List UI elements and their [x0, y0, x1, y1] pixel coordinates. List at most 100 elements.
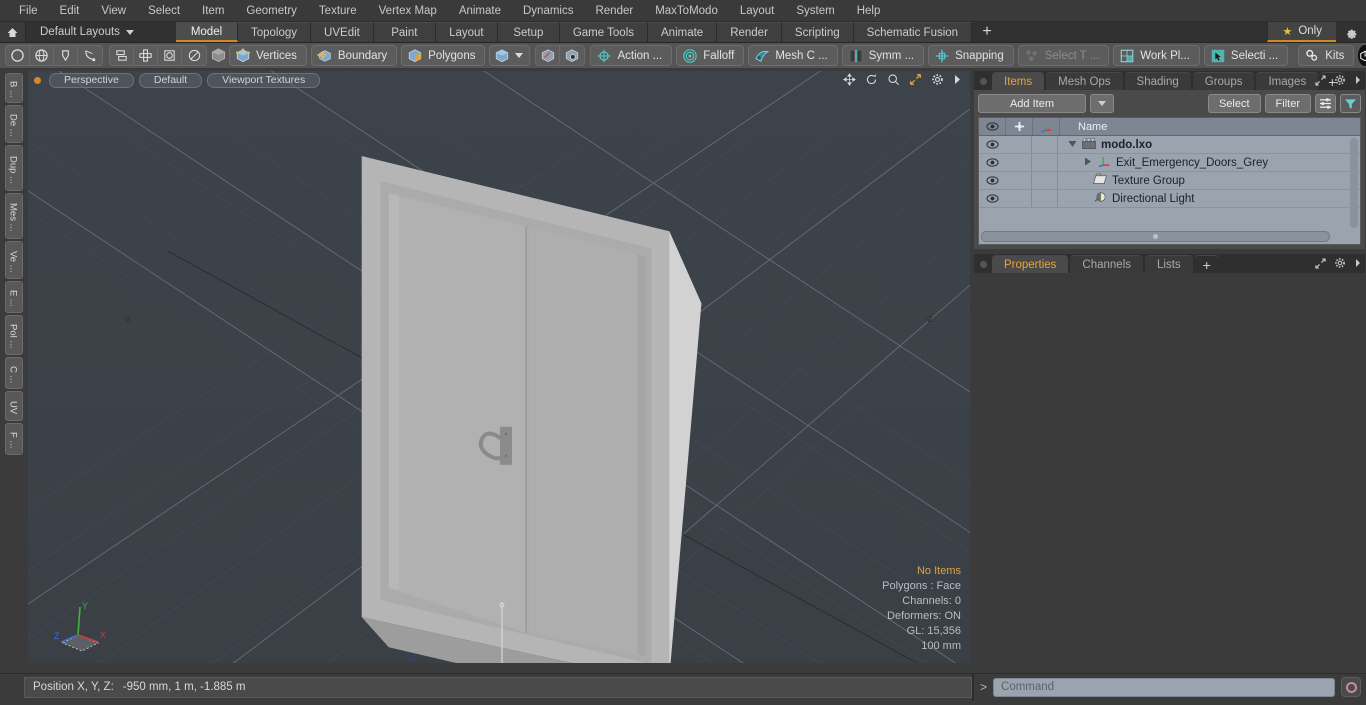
circle-icon[interactable]	[6, 46, 30, 65]
menu-item-file[interactable]: File	[8, 0, 49, 22]
layout-tab-schematic-fusion[interactable]: Schematic Fusion	[853, 22, 973, 42]
layout-tab-paint[interactable]: Paint	[373, 22, 436, 42]
snap-tool-icon-1[interactable]	[536, 46, 561, 65]
item-list-row-scene[interactable]: modo.lxo	[1058, 137, 1152, 152]
left-tab-polygon[interactable]: Pol ...	[4, 315, 23, 355]
snap-tool-icon-2[interactable]	[560, 46, 584, 65]
viewport-menu-dot-icon[interactable]	[34, 77, 41, 84]
selection-mode-polygons[interactable]: Polygons	[401, 45, 486, 66]
item-list-horizontal-scrollbar[interactable]	[981, 231, 1330, 242]
layout-tab-topology[interactable]: Topology	[238, 22, 312, 42]
viewport-projection-button[interactable]: Perspective	[49, 73, 134, 88]
work-plane-option[interactable]: Work Pl...	[1113, 45, 1200, 66]
mesh-constraint-option[interactable]: Mesh C ...	[748, 45, 838, 66]
item-list-vertical-scrollbar[interactable]	[1350, 138, 1358, 228]
menu-item-view[interactable]: View	[90, 0, 137, 22]
layout-tab-game-tools[interactable]: Game Tools	[559, 22, 648, 42]
gear-icon[interactable]	[931, 73, 944, 89]
item-list-row-directional-light[interactable]: Directional Light	[1058, 191, 1194, 206]
zoom-icon[interactable]	[887, 73, 900, 89]
menu-item-vertex-map[interactable]: Vertex Map	[368, 0, 448, 22]
eye-icon[interactable]	[979, 176, 1006, 185]
tab-images[interactable]: Images	[1256, 72, 1319, 90]
eye-icon[interactable]	[979, 158, 1006, 167]
tab-properties[interactable]: Properties	[992, 255, 1069, 273]
cube-grey-icon[interactable]	[210, 46, 227, 65]
mirror-icon[interactable]	[110, 46, 134, 65]
tab-items[interactable]: Items	[992, 72, 1045, 90]
menu-item-system[interactable]: System	[785, 0, 845, 22]
add-item-button[interactable]: Add Item	[978, 94, 1086, 113]
menu-item-item[interactable]: Item	[191, 0, 235, 22]
menu-item-dynamics[interactable]: Dynamics	[512, 0, 584, 22]
falloff-option[interactable]: Falloff	[676, 45, 745, 66]
table-row[interactable]: Exit_Emergency_Doors_Grey	[979, 154, 1360, 172]
left-tab-uv[interactable]: UV	[4, 391, 23, 421]
command-input[interactable]: Command	[993, 677, 1335, 697]
left-tab-basic[interactable]: B ...	[4, 73, 23, 103]
action-center-option[interactable]: Action ...	[590, 45, 673, 66]
gear-icon[interactable]	[1334, 74, 1346, 89]
gear-icon[interactable]	[1336, 22, 1366, 42]
add-layout-tab-button[interactable]: +	[972, 22, 1003, 42]
eye-icon[interactable]	[979, 140, 1006, 149]
panel-menu-dot-icon[interactable]	[980, 261, 987, 268]
perspective-viewport[interactable]: -x -z Perspective Default Viewport Textu…	[28, 71, 970, 663]
menu-item-texture[interactable]: Texture	[308, 0, 368, 22]
viewport-textures-button[interactable]: Viewport Textures	[207, 73, 321, 88]
menu-item-layout[interactable]: Layout	[729, 0, 786, 22]
list-options-icon[interactable]	[1315, 94, 1336, 113]
move-icon[interactable]	[843, 73, 856, 89]
table-row[interactable]: modo.lxo	[979, 136, 1360, 154]
chevron-right-icon[interactable]	[1354, 75, 1362, 88]
funnel-icon[interactable]	[1340, 94, 1361, 113]
expand-icon[interactable]	[1315, 74, 1326, 89]
add-item-dropdown[interactable]	[1089, 94, 1114, 113]
select-button[interactable]: Select	[1207, 94, 1261, 113]
left-tab-fur[interactable]: F ...	[4, 423, 23, 455]
only-toggle-button[interactable]: ★ Only	[1267, 22, 1336, 42]
kits-option[interactable]: Kits	[1298, 45, 1355, 66]
layout-tab-uvedit[interactable]: UVEdit	[311, 22, 374, 42]
chevron-right-icon[interactable]	[953, 74, 962, 88]
layout-tab-render[interactable]: Render	[717, 22, 782, 42]
table-row[interactable]: Texture Group	[979, 172, 1360, 190]
item-list[interactable]: Name modo.lxo Exit_Emergency_Doors_Grey …	[978, 117, 1361, 245]
gear-icon[interactable]	[1334, 257, 1346, 272]
layout-tab-model[interactable]: Model	[176, 22, 238, 42]
radial-icon[interactable]	[182, 46, 206, 65]
tab-mesh-ops[interactable]: Mesh Ops	[1046, 72, 1123, 90]
select-through-option[interactable]: Select T ...	[1017, 45, 1110, 66]
layout-selector[interactable]: Default Layouts	[26, 22, 176, 42]
layout-tab-layout[interactable]: Layout	[435, 22, 498, 42]
menu-item-help[interactable]: Help	[846, 0, 892, 22]
viewport-style-button[interactable]: Default	[138, 73, 203, 88]
item-list-row-mesh[interactable]: Exit_Emergency_Doors_Grey	[1058, 155, 1268, 170]
menu-item-render[interactable]: Render	[584, 0, 644, 22]
layout-tab-animate[interactable]: Animate	[648, 22, 718, 42]
chevron-right-icon[interactable]	[1354, 258, 1362, 271]
tab-shading[interactable]: Shading	[1124, 72, 1191, 90]
tab-groups[interactable]: Groups	[1192, 72, 1255, 90]
selection-set-option[interactable]: Selecti ...	[1203, 45, 1289, 66]
snapping-option[interactable]: Snapping	[928, 45, 1014, 66]
curve-icon[interactable]	[78, 46, 102, 65]
menu-item-animate[interactable]: Animate	[448, 0, 512, 22]
selection-mode-boundary[interactable]: Boundary	[310, 45, 398, 66]
globe-icon[interactable]	[30, 46, 54, 65]
home-icon[interactable]	[0, 22, 26, 42]
tab-channels[interactable]: Channels	[1070, 255, 1144, 273]
selection-mode-vertices[interactable]: Vertices	[229, 45, 307, 66]
fit-icon[interactable]	[909, 73, 922, 89]
item-list-row-texture-group[interactable]: Texture Group	[1058, 173, 1185, 188]
layout-tab-scripting[interactable]: Scripting	[781, 22, 854, 42]
left-tab-deform[interactable]: De ...	[4, 105, 23, 143]
eye-icon[interactable]	[979, 194, 1006, 203]
rotate-icon[interactable]	[865, 73, 878, 89]
left-tab-duplicate[interactable]: Dup ...	[4, 145, 23, 191]
center-icon[interactable]	[158, 46, 182, 65]
tab-add-properties[interactable]: +	[1194, 255, 1219, 273]
menu-item-select[interactable]: Select	[137, 0, 191, 22]
tab-lists[interactable]: Lists	[1145, 255, 1193, 273]
layout-tab-setup[interactable]: Setup	[497, 22, 560, 42]
